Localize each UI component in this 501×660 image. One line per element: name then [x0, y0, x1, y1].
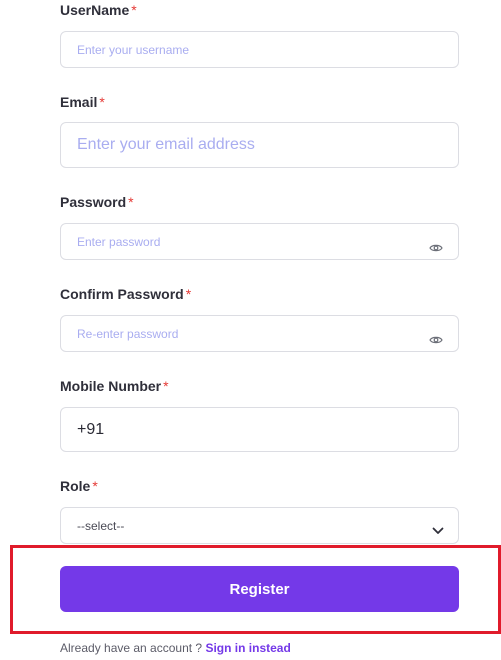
- role-select[interactable]: --select--: [60, 507, 459, 544]
- chevron-down-icon: [432, 522, 444, 534]
- email-field-wrapper: [60, 122, 459, 168]
- sign-in-link[interactable]: Sign in instead: [205, 641, 290, 655]
- registration-form: UserName* Email* Password* Confirm Passw…: [0, 0, 501, 660]
- signin-prompt: Already have an account ? Sign in instea…: [60, 641, 291, 655]
- register-button[interactable]: Register: [60, 566, 459, 612]
- username-label: UserName *: [60, 2, 137, 18]
- password-label: Password *: [60, 194, 134, 210]
- signin-prompt-text: Already have an account ?: [60, 641, 203, 655]
- email-label: Email *: [60, 94, 105, 110]
- eye-icon[interactable]: [428, 334, 444, 346]
- required-mark: *: [131, 2, 137, 18]
- role-selected-value: --select--: [77, 518, 125, 533]
- username-input[interactable]: [77, 32, 444, 67]
- confirm-password-field-wrapper: [60, 315, 459, 352]
- password-input[interactable]: [77, 224, 420, 259]
- mobile-number-input[interactable]: [77, 408, 444, 451]
- mobile-field-wrapper: [60, 407, 459, 452]
- username-field-wrapper: [60, 31, 459, 68]
- required-mark: *: [163, 378, 169, 394]
- required-mark: *: [128, 194, 134, 210]
- email-input[interactable]: [77, 123, 444, 167]
- mobile-number-label: Mobile Number *: [60, 378, 169, 394]
- confirm-password-label: Confirm Password *: [60, 286, 192, 302]
- confirm-password-input[interactable]: [77, 316, 420, 351]
- role-label: Role *: [60, 478, 98, 494]
- eye-icon[interactable]: [428, 242, 444, 254]
- required-mark: *: [99, 94, 105, 110]
- required-mark: *: [185, 286, 192, 302]
- password-field-wrapper: [60, 223, 459, 260]
- required-mark: *: [92, 478, 98, 494]
